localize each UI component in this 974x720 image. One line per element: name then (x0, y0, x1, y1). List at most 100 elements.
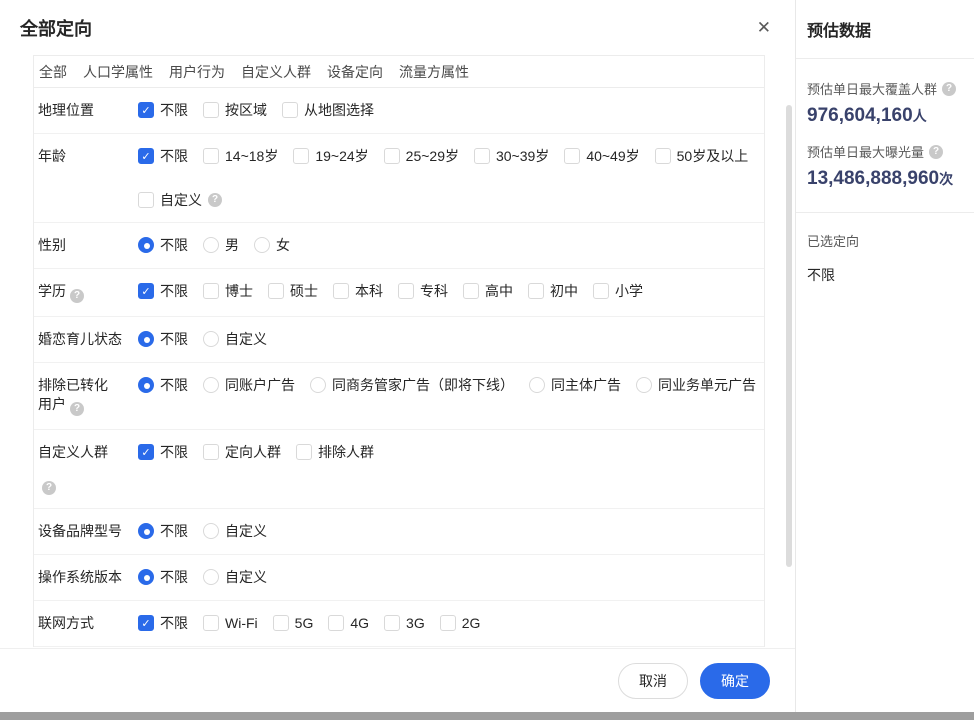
checkbox-control[interactable] (138, 192, 154, 208)
radio-control[interactable] (203, 331, 219, 347)
tab-item[interactable]: 设备定向 (327, 62, 383, 82)
help-icon[interactable]: ? (70, 402, 84, 416)
checkbox-control[interactable] (203, 615, 219, 631)
radio-option[interactable]: 同商务管家广告（即将下线） (310, 376, 514, 394)
checkbox-option[interactable]: 50岁及以上 (655, 147, 749, 165)
checkbox-control[interactable] (463, 283, 479, 299)
checkbox-option[interactable]: 30~39岁 (474, 147, 549, 165)
checkbox-option[interactable]: 本科 (333, 282, 383, 300)
radio-control[interactable] (254, 237, 270, 253)
checkbox-option[interactable]: 高中 (463, 282, 513, 300)
checkbox-control[interactable] (384, 148, 400, 164)
checkbox-option[interactable]: 自定义? (138, 191, 222, 209)
checkbox-option[interactable]: ✓不限 (138, 443, 188, 461)
radio-option[interactable]: 不限 (138, 522, 188, 540)
radio-control[interactable] (203, 237, 219, 253)
radio-option[interactable]: 自定义 (203, 568, 267, 586)
tab-item[interactable]: 用户行为 (169, 62, 225, 82)
checkbox-control[interactable]: ✓ (138, 102, 154, 118)
checkbox-option[interactable]: 4G (328, 614, 369, 632)
radio-option[interactable]: 自定义 (203, 522, 267, 540)
radio-control[interactable] (138, 569, 154, 585)
radio-control[interactable] (138, 331, 154, 347)
checkbox-control[interactable] (203, 444, 219, 460)
checkbox-option[interactable]: 专科 (398, 282, 448, 300)
vertical-scrollbar[interactable] (786, 105, 792, 567)
help-icon[interactable]: ? (929, 145, 943, 159)
checkbox-option[interactable]: 从地图选择 (282, 101, 374, 119)
checkbox-control[interactable] (564, 148, 580, 164)
radio-control[interactable] (310, 377, 326, 393)
checkbox-control[interactable] (474, 148, 490, 164)
checkbox-control[interactable]: ✓ (138, 444, 154, 460)
tab-item[interactable]: 自定义人群 (241, 62, 311, 82)
radio-control[interactable] (529, 377, 545, 393)
radio-control[interactable] (636, 377, 652, 393)
radio-option[interactable]: 不限 (138, 376, 188, 394)
cancel-button[interactable]: 取消 (618, 663, 688, 699)
checkbox-control[interactable] (203, 148, 219, 164)
checkbox-control[interactable] (328, 615, 344, 631)
help-icon[interactable]: ? (42, 481, 56, 495)
checkbox-option[interactable]: ✓不限 (138, 282, 188, 300)
checkbox-control[interactable] (273, 615, 289, 631)
radio-control[interactable] (203, 377, 219, 393)
radio-control[interactable] (138, 237, 154, 253)
radio-option[interactable]: 女 (254, 236, 290, 254)
checkbox-option[interactable]: ✓不限 (138, 147, 188, 165)
checkbox-option[interactable]: 初中 (528, 282, 578, 300)
checkbox-control[interactable] (333, 283, 349, 299)
help-icon[interactable]: ? (208, 193, 222, 207)
radio-option[interactable]: 自定义 (203, 330, 267, 348)
checkbox-option[interactable]: Wi-Fi (203, 614, 258, 632)
checkbox-option[interactable]: ✓不限 (138, 614, 188, 632)
checkbox-option[interactable]: 小学 (593, 282, 643, 300)
checkbox-option[interactable]: 博士 (203, 282, 253, 300)
checkbox-option[interactable]: 40~49岁 (564, 147, 639, 165)
checkbox-option[interactable]: 2G (440, 614, 481, 632)
radio-control[interactable] (203, 523, 219, 539)
checkbox-option[interactable]: 排除人群 (296, 443, 374, 461)
checkbox-control[interactable] (282, 102, 298, 118)
checkbox-control[interactable] (528, 283, 544, 299)
checkbox-control[interactable] (655, 148, 671, 164)
checkbox-option[interactable]: 按区域 (203, 101, 267, 119)
checkbox-control[interactable] (268, 283, 284, 299)
checkbox-option[interactable]: 3G (384, 614, 425, 632)
radio-option[interactable]: 男 (203, 236, 239, 254)
checkbox-control[interactable] (398, 283, 414, 299)
radio-control[interactable] (138, 523, 154, 539)
checkbox-option[interactable]: 硕士 (268, 282, 318, 300)
checkbox-control[interactable]: ✓ (138, 148, 154, 164)
radio-option[interactable]: 不限 (138, 568, 188, 586)
radio-option[interactable]: 不限 (138, 330, 188, 348)
tab-item[interactable]: 全部 (39, 62, 67, 82)
checkbox-control[interactable] (293, 148, 309, 164)
checkbox-control[interactable] (440, 615, 456, 631)
checkbox-control[interactable] (296, 444, 312, 460)
help-icon[interactable]: ? (70, 289, 84, 303)
checkbox-control[interactable] (593, 283, 609, 299)
radio-option[interactable]: 不限 (138, 236, 188, 254)
checkbox-option[interactable]: ✓不限 (138, 101, 188, 119)
radio-option[interactable]: 同账户广告 (203, 376, 295, 394)
checkbox-control[interactable]: ✓ (138, 615, 154, 631)
checkbox-control[interactable] (203, 102, 219, 118)
checkbox-option[interactable]: 19~24岁 (293, 147, 368, 165)
radio-control[interactable] (138, 377, 154, 393)
radio-option[interactable]: 同业务单元广告 (636, 376, 756, 394)
close-icon[interactable]: ✕ (757, 19, 771, 36)
checkbox-control[interactable]: ✓ (138, 283, 154, 299)
checkbox-option[interactable]: 14~18岁 (203, 147, 278, 165)
confirm-button[interactable]: 确定 (700, 663, 770, 699)
radio-control[interactable] (203, 569, 219, 585)
tab-item[interactable]: 流量方属性 (399, 62, 469, 82)
checkbox-option[interactable]: 5G (273, 614, 314, 632)
checkbox-control[interactable] (384, 615, 400, 631)
help-icon[interactable]: ? (942, 82, 956, 96)
tab-item[interactable]: 人口学属性 (83, 62, 153, 82)
checkbox-control[interactable] (203, 283, 219, 299)
checkbox-option[interactable]: 定向人群 (203, 443, 281, 461)
radio-option[interactable]: 同主体广告 (529, 376, 621, 394)
checkbox-option[interactable]: 25~29岁 (384, 147, 459, 165)
